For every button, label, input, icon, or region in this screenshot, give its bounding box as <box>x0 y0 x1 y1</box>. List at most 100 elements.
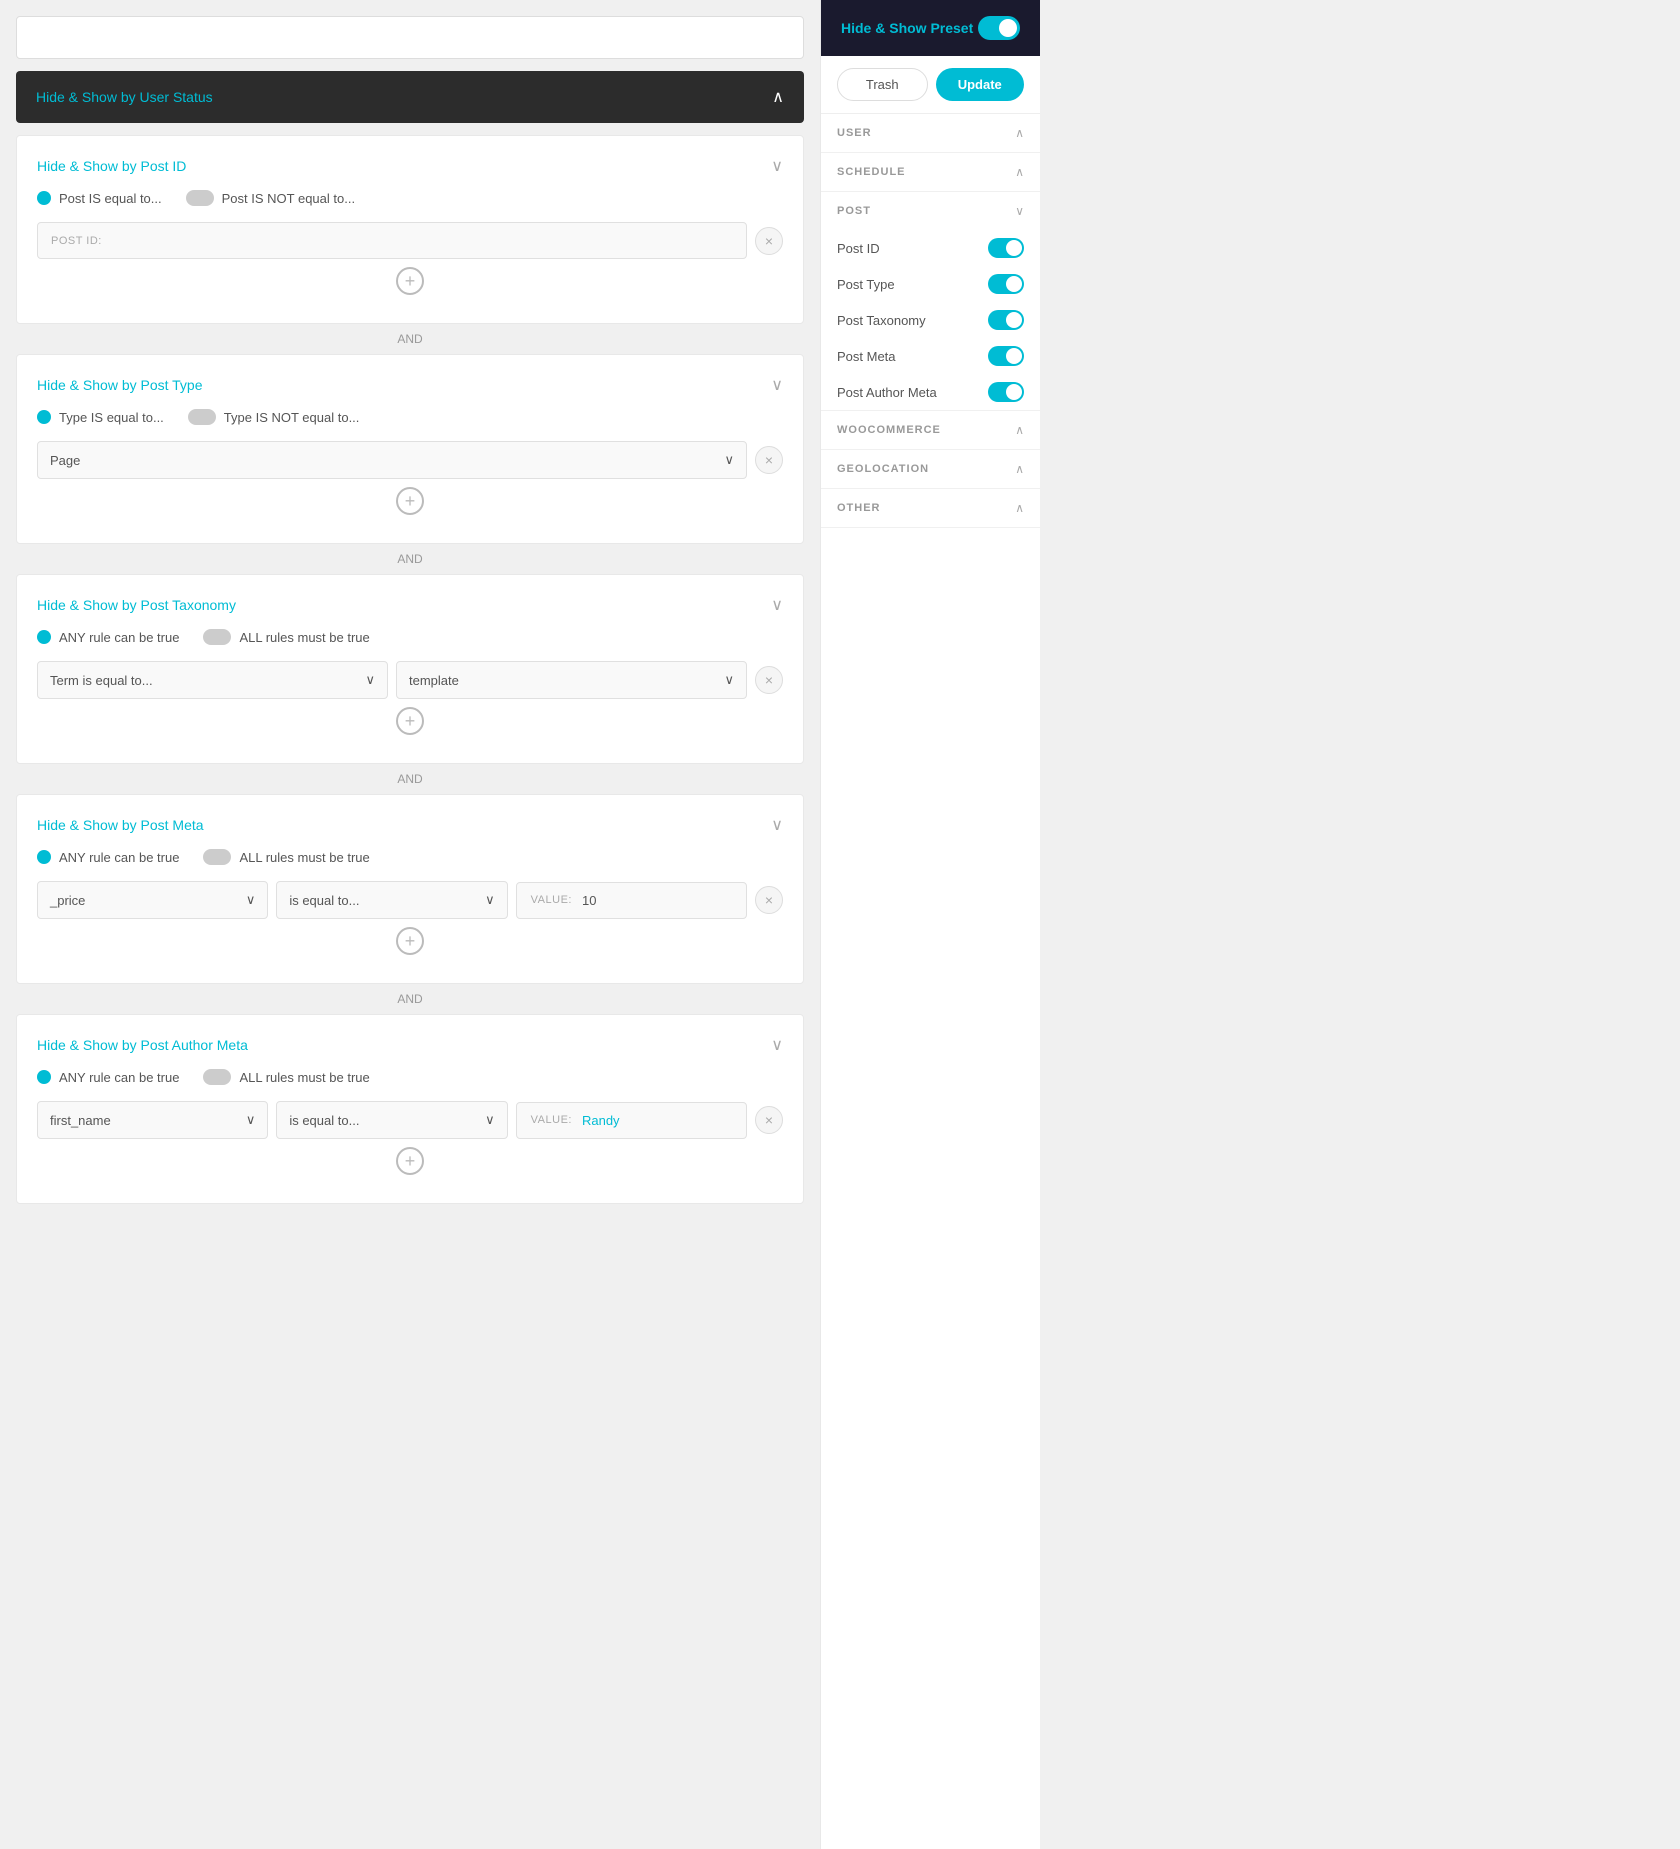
preset-name-input[interactable]: Geolocation Preset <box>16 16 804 59</box>
post-author-meta-inactive-dot <box>203 1069 231 1085</box>
post-author-meta-key-dropdown-arrow-icon: ∨ <box>246 1112 256 1128</box>
post-meta-inactive-dot <box>203 849 231 865</box>
user-status-title: Hide & Show by User Status <box>36 89 213 105</box>
post-taxonomy-toggle-row: ANY rule can be true ALL rules must be t… <box>37 629 783 645</box>
post-taxonomy-chevron-icon[interactable]: ∨ <box>771 595 783 615</box>
post-author-meta-add-button[interactable]: + <box>396 1147 424 1175</box>
post-id-clear-button[interactable]: × <box>755 227 783 255</box>
post-taxonomy-active-dot <box>37 630 51 644</box>
post-id-option-equal[interactable]: Post IS equal to... <box>37 191 162 206</box>
sidebar-section-other-chevron-icon: ∧ <box>1015 501 1024 515</box>
post-type-option-equal[interactable]: Type IS equal to... <box>37 410 164 425</box>
sidebar-section-woocommerce-header[interactable]: WOOCOMMERCE ∧ <box>821 411 1040 449</box>
post-meta-header: Hide & Show by Post Meta ∨ <box>37 815 783 835</box>
post-type-chevron-icon[interactable]: ∨ <box>771 375 783 395</box>
post-meta-add-button[interactable]: + <box>396 927 424 955</box>
post-taxonomy-card: Hide & Show by Post Taxonomy ∨ ANY rule … <box>16 574 804 764</box>
and-divider-1: AND <box>16 332 804 346</box>
post-type-clear-button[interactable]: × <box>755 446 783 474</box>
sidebar-toggle-post-id[interactable] <box>988 238 1024 258</box>
trash-button[interactable]: Trash <box>837 68 928 101</box>
post-id-inactive-dot <box>186 190 214 206</box>
post-type-active-dot <box>37 410 51 424</box>
sidebar-header-title: Hide & Show Preset <box>841 20 973 36</box>
sidebar-section-geolocation-header[interactable]: GEOLOCATION ∧ <box>821 450 1040 488</box>
sidebar-section-post-title: POST <box>837 205 871 217</box>
post-meta-option-any[interactable]: ANY rule can be true <box>37 850 179 865</box>
sidebar-section-woocommerce-title: WOOCOMMERCE <box>837 424 941 436</box>
sidebar-toggle-post-meta[interactable] <box>988 346 1024 366</box>
sidebar-section-schedule-chevron-icon: ∧ <box>1015 165 1024 179</box>
post-type-dropdown-arrow-icon: ∨ <box>724 452 734 468</box>
post-taxonomy-term-dropdown[interactable]: Term is equal to... ∨ <box>37 661 388 699</box>
post-type-add-button[interactable]: + <box>396 487 424 515</box>
post-id-header: Hide & Show by Post ID ∨ <box>37 156 783 176</box>
post-author-meta-header: Hide & Show by Post Author Meta ∨ <box>37 1035 783 1055</box>
post-taxonomy-value-dropdown[interactable]: template ∨ <box>396 661 747 699</box>
post-meta-title: Hide & Show by Post Meta <box>37 817 204 833</box>
sidebar-section-user-title: USER <box>837 127 872 139</box>
sidebar-section-other-header[interactable]: OTHER ∧ <box>821 489 1040 527</box>
post-author-meta-key-dropdown[interactable]: first_name ∨ <box>37 1101 268 1139</box>
post-taxonomy-option-any[interactable]: ANY rule can be true <box>37 630 179 645</box>
post-meta-chevron-icon[interactable]: ∨ <box>771 815 783 835</box>
sidebar-item-post-meta: Post Meta <box>821 338 1040 374</box>
sidebar-item-post-author-meta: Post Author Meta <box>821 374 1040 410</box>
sidebar-toggle-post-author-meta[interactable] <box>988 382 1024 402</box>
post-type-dropdown[interactable]: Page ∨ <box>37 441 747 479</box>
post-meta-clear-button[interactable]: × <box>755 886 783 914</box>
post-taxonomy-option-all[interactable]: ALL rules must be true <box>203 629 369 645</box>
post-id-add-button[interactable]: + <box>396 267 424 295</box>
post-meta-value-text: 10 <box>582 893 596 908</box>
post-author-meta-title: Hide & Show by Post Author Meta <box>37 1037 248 1053</box>
post-type-title: Hide & Show by Post Type <box>37 377 203 393</box>
sidebar-section-schedule-title: SCHEDULE <box>837 166 906 178</box>
post-meta-key-dropdown[interactable]: _price ∨ <box>37 881 268 919</box>
post-author-meta-option-all[interactable]: ALL rules must be true <box>203 1069 369 1085</box>
sidebar: Hide & Show Preset Trash Update USER ∧ S… <box>820 0 1040 1849</box>
sidebar-section-other-title: OTHER <box>837 502 881 514</box>
sidebar-section-post-header[interactable]: POST ∨ <box>821 192 1040 230</box>
post-id-active-dot <box>37 191 51 205</box>
post-meta-operator-dropdown[interactable]: is equal to... ∨ <box>276 881 507 919</box>
post-meta-option-all[interactable]: ALL rules must be true <box>203 849 369 865</box>
post-id-toggle-row: Post IS equal to... Post IS NOT equal to… <box>37 190 783 206</box>
post-taxonomy-term-dropdown-arrow-icon: ∨ <box>365 672 375 688</box>
sidebar-section-woocommerce-chevron-icon: ∧ <box>1015 423 1024 437</box>
post-meta-toggle-row: ANY rule can be true ALL rules must be t… <box>37 849 783 865</box>
post-type-option-not-equal[interactable]: Type IS NOT equal to... <box>188 409 360 425</box>
post-author-meta-option-any[interactable]: ANY rule can be true <box>37 1070 179 1085</box>
post-author-meta-active-dot <box>37 1070 51 1084</box>
sidebar-section-geolocation-title: GEOLOCATION <box>837 463 929 475</box>
update-button[interactable]: Update <box>936 68 1025 101</box>
post-id-input[interactable] <box>37 222 747 259</box>
post-author-meta-input-row: first_name ∨ is equal to... ∨ VALUE: Ran… <box>37 1101 783 1139</box>
post-id-chevron-icon[interactable]: ∨ <box>771 156 783 176</box>
post-taxonomy-input-row: Term is equal to... ∨ template ∨ × <box>37 661 783 699</box>
user-status-chevron-up-icon[interactable]: ∧ <box>772 87 784 107</box>
sidebar-item-post-type: Post Type <box>821 266 1040 302</box>
post-type-card: Hide & Show by Post Type ∨ Type IS equal… <box>16 354 804 544</box>
sidebar-section-schedule-header[interactable]: SCHEDULE ∧ <box>821 153 1040 191</box>
user-status-bar: Hide & Show by User Status ∧ <box>16 71 804 123</box>
post-author-meta-clear-button[interactable]: × <box>755 1106 783 1134</box>
post-type-input-row: Page ∨ × <box>37 441 783 479</box>
post-author-meta-chevron-icon[interactable]: ∨ <box>771 1035 783 1055</box>
post-author-meta-operator-dropdown[interactable]: is equal to... ∨ <box>276 1101 507 1139</box>
post-author-meta-value-text: Randy <box>582 1113 620 1128</box>
sidebar-toggle-post-type[interactable] <box>988 274 1024 294</box>
sidebar-toggle-post-taxonomy[interactable] <box>988 310 1024 330</box>
post-taxonomy-value-dropdown-arrow-icon: ∨ <box>724 672 734 688</box>
post-taxonomy-add-button[interactable]: + <box>396 707 424 735</box>
sidebar-section-geolocation: GEOLOCATION ∧ <box>821 450 1040 489</box>
sidebar-section-user-header[interactable]: USER ∧ <box>821 114 1040 152</box>
sidebar-section-post-chevron-icon: ∨ <box>1015 204 1024 218</box>
sidebar-toggle-switch[interactable] <box>978 16 1020 40</box>
post-id-option-not-equal[interactable]: Post IS NOT equal to... <box>186 190 355 206</box>
post-taxonomy-inactive-dot <box>203 629 231 645</box>
post-taxonomy-clear-button[interactable]: × <box>755 666 783 694</box>
post-taxonomy-title: Hide & Show by Post Taxonomy <box>37 597 236 613</box>
post-taxonomy-header: Hide & Show by Post Taxonomy ∨ <box>37 595 783 615</box>
post-type-toggle-row: Type IS equal to... Type IS NOT equal to… <box>37 409 783 425</box>
post-id-title: Hide & Show by Post ID <box>37 158 186 174</box>
